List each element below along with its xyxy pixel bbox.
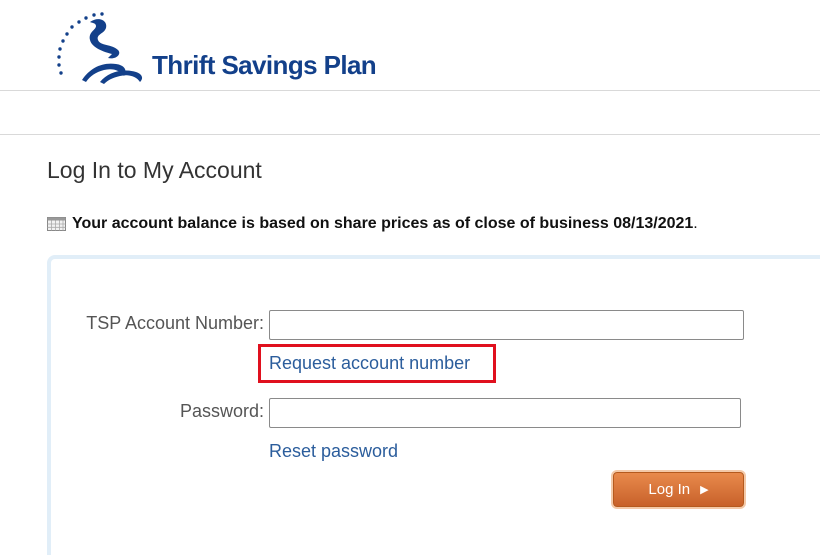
tsp-logo[interactable]: Thrift Savings Plan (52, 10, 382, 88)
header-divider-top (0, 90, 820, 91)
reset-password-link[interactable]: Reset password (269, 441, 398, 462)
notice-period: . (693, 215, 698, 232)
eagle-icon (57, 12, 143, 84)
brand-name: Thrift Savings Plan (152, 50, 377, 80)
account-number-input[interactable] (269, 310, 744, 340)
account-number-label: TSP Account Number: (86, 313, 264, 333)
password-label: Password: (179, 401, 264, 421)
login-button[interactable]: Log In ▶ (613, 472, 744, 507)
calendar-icon (47, 217, 66, 231)
balance-notice: Your account balance is based on share p… (47, 215, 698, 233)
request-account-number-link[interactable]: Request account number (269, 353, 470, 374)
password-input[interactable] (269, 398, 741, 428)
notice-text: Your account balance is based on share p… (72, 215, 694, 232)
play-arrow-icon: ▶ (700, 484, 709, 496)
header-divider-bottom (0, 134, 820, 135)
page-title: Log In to My Account (47, 157, 262, 183)
login-button-label: Log In (648, 481, 691, 498)
